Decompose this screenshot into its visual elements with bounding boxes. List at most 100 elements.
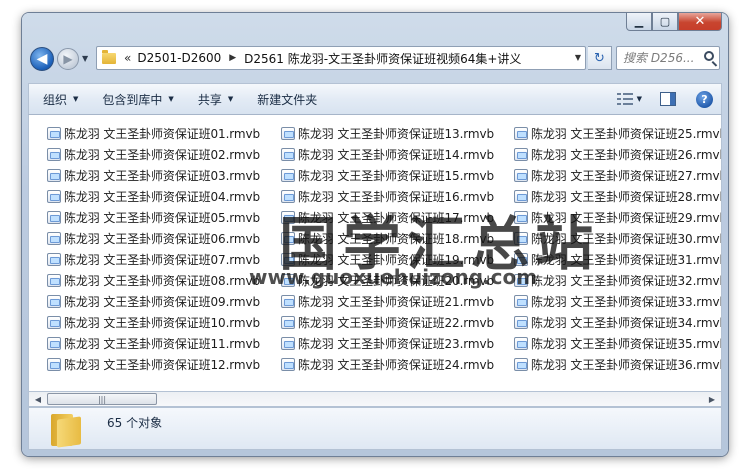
include-in-library-button[interactable]: 包含到库中 ▼ bbox=[92, 87, 183, 111]
file-item[interactable]: 陈龙羽 文王圣卦师资保证班28.rmvb bbox=[514, 186, 721, 207]
horizontal-scrollbar[interactable]: ◀ ||| ▶ bbox=[28, 391, 722, 407]
search-input[interactable] bbox=[617, 47, 699, 69]
video-file-icon bbox=[281, 274, 295, 287]
file-item[interactable]: 陈龙羽 文王圣卦师资保证班19.rmvb bbox=[281, 249, 494, 270]
share-label: 共享 bbox=[197, 92, 222, 107]
file-name: 陈龙羽 文王圣卦师资保证班16.rmvb bbox=[298, 190, 495, 204]
file-item[interactable]: 陈龙羽 文王圣卦师资保证班12.rmvb bbox=[47, 354, 260, 375]
search-box[interactable] bbox=[616, 46, 720, 70]
file-item[interactable]: 陈龙羽 文王圣卦师资保证班24.rmvb bbox=[281, 354, 494, 375]
scroll-left-button[interactable]: ◀ bbox=[31, 393, 45, 405]
file-item[interactable]: 陈龙羽 文王圣卦师资保证班14.rmvb bbox=[281, 144, 494, 165]
file-item[interactable]: 陈龙羽 文王圣卦师资保证班13.rmvb bbox=[281, 123, 494, 144]
file-name: 陈龙羽 文王圣卦师资保证班17.rmvb bbox=[298, 211, 495, 225]
video-file-icon bbox=[47, 190, 61, 203]
file-item[interactable]: 陈龙羽 文王圣卦师资保证班01.rmvb bbox=[47, 123, 260, 144]
file-name: 陈龙羽 文王圣卦师资保证班20.rmvb bbox=[298, 274, 495, 288]
file-item[interactable]: 陈龙羽 文王圣卦师资保证班20.rmvb bbox=[281, 270, 494, 291]
file-item[interactable]: 陈龙羽 文王圣卦师资保证班22.rmvb bbox=[281, 312, 494, 333]
video-file-icon bbox=[514, 148, 528, 161]
file-item[interactable]: 陈龙羽 文王圣卦师资保证班29.rmvb bbox=[514, 207, 721, 228]
video-file-icon bbox=[47, 295, 61, 308]
share-button[interactable]: 共享 ▼ bbox=[188, 87, 243, 111]
file-item[interactable]: 陈龙羽 文王圣卦师资保证班15.rmvb bbox=[281, 165, 494, 186]
file-item[interactable]: 陈龙羽 文王圣卦师资保证班32.rmvb bbox=[514, 270, 721, 291]
file-item[interactable]: 陈龙羽 文王圣卦师资保证班04.rmvb bbox=[47, 186, 260, 207]
video-file-icon bbox=[514, 316, 528, 329]
preview-pane-icon[interactable] bbox=[660, 92, 676, 106]
file-item[interactable]: 陈龙羽 文王圣卦师资保证班10.rmvb bbox=[47, 312, 260, 333]
chevron-down-icon: ▼ bbox=[227, 95, 234, 103]
video-file-icon bbox=[281, 148, 295, 161]
organize-button[interactable]: 组织 ▼ bbox=[33, 87, 88, 111]
file-item[interactable]: 陈龙羽 文王圣卦师资保证班08.rmvb bbox=[47, 270, 260, 291]
file-list[interactable]: 陈龙羽 文王圣卦师资保证班01.rmvb 陈龙羽 文王圣卦师资保证班02.rmvb… bbox=[28, 115, 722, 391]
file-item[interactable]: 陈龙羽 文王圣卦师资保证班18.rmvb bbox=[281, 228, 494, 249]
folder-icon bbox=[51, 412, 81, 448]
file-name: 陈龙羽 文王圣卦师资保证班06.rmvb bbox=[64, 232, 261, 246]
file-item[interactable]: 陈龙羽 文王圣卦师资保证班30.rmvb bbox=[514, 228, 721, 249]
breadcrumb-segment-current[interactable]: D2561 陈龙羽-文王圣卦师资保证班视频64集+讲义 bbox=[244, 50, 521, 67]
file-item[interactable]: 陈龙羽 文王圣卦师资保证班33.rmvb bbox=[514, 291, 721, 312]
address-bar[interactable]: « D2501-D2600 ▶ D2561 陈龙羽-文王圣卦师资保证班视频64集… bbox=[96, 46, 586, 70]
maximize-button[interactable]: ▢ bbox=[652, 13, 678, 31]
file-item[interactable]: 陈龙羽 文王圣卦师资保证班27.rmvb bbox=[514, 165, 721, 186]
views-dropdown-icon[interactable]: ▼ bbox=[637, 95, 642, 103]
help-icon[interactable]: ? bbox=[696, 90, 713, 108]
file-name: 陈龙羽 文王圣卦师资保证班23.rmvb bbox=[298, 337, 495, 351]
close-button[interactable]: ✕ bbox=[678, 13, 722, 31]
refresh-icon: ↻ bbox=[594, 50, 605, 66]
file-item[interactable]: 陈龙羽 文王圣卦师资保证班11.rmvb bbox=[47, 333, 260, 354]
breadcrumb-overflow-button[interactable]: « bbox=[124, 51, 131, 65]
file-column-1: 陈龙羽 文王圣卦师资保证班01.rmvb 陈龙羽 文王圣卦师资保证班02.rmvb… bbox=[47, 123, 260, 375]
recent-pages-button[interactable]: ▼ bbox=[82, 51, 92, 65]
file-item[interactable]: 陈龙羽 文王圣卦师资保证班23.rmvb bbox=[281, 333, 494, 354]
back-arrow-icon: ◀ bbox=[36, 51, 48, 67]
file-item[interactable]: 陈龙羽 文王圣卦师资保证班35.rmvb bbox=[514, 333, 722, 354]
file-item[interactable]: 陈龙羽 文王圣卦师资保证班17.rmvb bbox=[281, 207, 494, 228]
scroll-thumb[interactable]: ||| bbox=[47, 393, 157, 405]
file-name: 陈龙羽 文王圣卦师资保证班35.rmvb bbox=[531, 337, 722, 351]
refresh-button[interactable]: ↻ bbox=[588, 46, 612, 70]
video-file-icon bbox=[281, 127, 295, 140]
video-file-icon bbox=[47, 232, 61, 245]
breadcrumb-separator-icon[interactable]: ▶ bbox=[229, 53, 236, 63]
file-item[interactable]: 陈龙羽 文王圣卦师资保证班07.rmvb bbox=[47, 249, 260, 270]
new-folder-label: 新建文件夹 bbox=[257, 92, 318, 107]
file-item[interactable]: 陈龙羽 文王圣卦师资保证班03.rmvb bbox=[47, 165, 260, 186]
file-item[interactable]: 陈龙羽 文王圣卦师资保证班16.rmvb bbox=[281, 186, 494, 207]
forward-button[interactable]: ▶ bbox=[57, 48, 79, 70]
new-folder-button[interactable]: 新建文件夹 bbox=[247, 87, 327, 111]
file-item[interactable]: 陈龙羽 文王圣卦师资保证班34.rmvb bbox=[514, 312, 721, 333]
back-button[interactable]: ◀ bbox=[30, 47, 54, 71]
file-item[interactable]: 陈龙羽 文王圣卦师资保证班06.rmvb bbox=[47, 228, 260, 249]
file-name: 陈龙羽 文王圣卦师资保证班12.rmvb bbox=[64, 358, 261, 372]
file-name: 陈龙羽 文王圣卦师资保证班05.rmvb bbox=[64, 211, 261, 225]
file-name: 陈龙羽 文王圣卦师资保证班31.rmvb bbox=[531, 253, 722, 267]
views-icon[interactable] bbox=[616, 92, 633, 106]
scroll-right-button[interactable]: ▶ bbox=[705, 393, 719, 405]
chevron-down-icon: ▼ bbox=[82, 53, 89, 63]
address-dropdown-icon[interactable]: ▼ bbox=[575, 53, 581, 62]
file-item[interactable]: 陈龙羽 文王圣卦师资保证班25.rmvb bbox=[514, 123, 721, 144]
file-name: 陈龙羽 文王圣卦师资保证班19.rmvb bbox=[298, 253, 495, 267]
video-file-icon bbox=[514, 127, 528, 140]
file-name: 陈龙羽 文王圣卦师资保证班22.rmvb bbox=[298, 316, 495, 330]
video-file-icon bbox=[281, 295, 295, 308]
video-file-icon bbox=[514, 337, 528, 350]
file-item[interactable]: 陈龙羽 文王圣卦师资保证班05.rmvb bbox=[47, 207, 260, 228]
file-item[interactable]: 陈龙羽 文王圣卦师资保证班26.rmvb bbox=[514, 144, 722, 165]
file-name: 陈龙羽 文王圣卦师资保证班14.rmvb bbox=[298, 148, 495, 162]
video-file-icon bbox=[47, 211, 61, 224]
file-item[interactable]: 陈龙羽 文王圣卦师资保证班09.rmvb bbox=[47, 291, 260, 312]
file-item[interactable]: 陈龙羽 文王圣卦师资保证班31.rmvb bbox=[514, 249, 722, 270]
toolbar-right-group: ▼ ? bbox=[616, 90, 721, 108]
breadcrumb-segment[interactable]: D2501-D2600 bbox=[137, 51, 221, 65]
file-name: 陈龙羽 文王圣卦师资保证班26.rmvb bbox=[531, 148, 722, 162]
file-item[interactable]: 陈龙羽 文王圣卦师资保证班21.rmvb bbox=[281, 291, 494, 312]
search-icon[interactable] bbox=[704, 51, 714, 61]
file-item[interactable]: 陈龙羽 文王圣卦师资保证班36.rmvb bbox=[514, 354, 721, 375]
minimize-button[interactable]: ▁ bbox=[626, 13, 652, 31]
folder-icon bbox=[102, 49, 116, 64]
file-item[interactable]: 陈龙羽 文王圣卦师资保证班02.rmvb bbox=[47, 144, 260, 165]
